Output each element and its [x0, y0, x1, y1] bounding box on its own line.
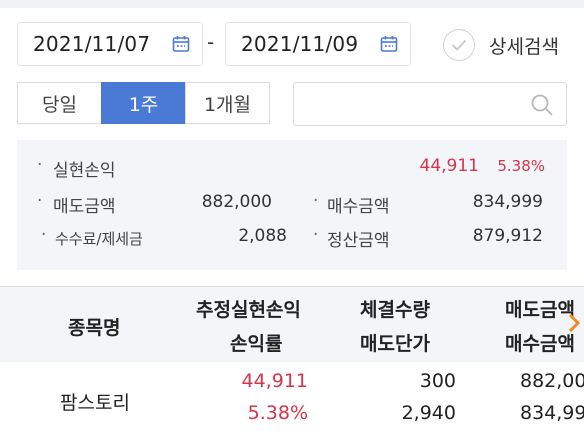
sell-amount-label: 매도금액: [53, 197, 116, 217]
row-exec-qty: 300: [419, 370, 456, 392]
date-to-field[interactable]: 2021/11/09: [225, 22, 411, 66]
check-circle-icon[interactable]: [443, 29, 475, 61]
col-header-buy-amount[interactable]: 매수금액: [505, 329, 575, 356]
detail-search-toggle[interactable]: 상세검색: [443, 28, 559, 62]
summary-panel: · 실현손익 44,911 5.38% · 매도금액 882,000 · 매수금…: [17, 140, 567, 270]
col-header-est-pl[interactable]: 추정실현손익: [196, 295, 301, 322]
realized-pl-value: 44,911: [419, 156, 479, 176]
col-header-sell-price[interactable]: 매도단가: [360, 329, 430, 356]
settlement-value: 879,912: [472, 226, 543, 246]
date-from-value: 2021/11/07: [33, 32, 151, 56]
calendar-icon[interactable]: [172, 35, 190, 53]
chevron-right-icon[interactable]: [566, 312, 582, 334]
summary-row-amounts: · 매도금액 882,000 · 매수금액 834,999: [37, 191, 543, 217]
summary-row-fees: · 수수료/제세금 2,088 · 정산금액 879,912: [41, 225, 543, 251]
realized-pl-rate: 5.38%: [497, 157, 545, 175]
buy-amount-value: 834,999: [472, 192, 543, 212]
table-header: 종목명 추정실현손익 손익률 체결수량 매도단가 매도금액 매수금액: [0, 287, 584, 362]
row-sell-price: 2,940: [401, 402, 456, 424]
table-row[interactable]: 팜스토리 44,911 5.38% 300 2,940 882,00 834,9…: [0, 362, 584, 435]
sell-amount-value: 882,000: [201, 192, 272, 212]
date-from-field[interactable]: 2021/11/07: [17, 22, 203, 66]
search-input[interactable]: [293, 82, 567, 126]
date-range-separator: -: [207, 30, 215, 54]
fees-label: 수수료/제세금: [55, 230, 143, 248]
calendar-icon[interactable]: [380, 35, 398, 53]
row-buy-amount: 834,99: [520, 402, 584, 424]
tab-1month[interactable]: 1개월: [185, 82, 270, 124]
date-to-value: 2021/11/09: [241, 32, 359, 56]
col-header-pl-rate[interactable]: 손익률: [230, 329, 282, 356]
row-stock-name[interactable]: 팜스토리: [60, 388, 130, 415]
row-pl-rate: 5.38%: [247, 402, 308, 424]
col-header-sell-amount[interactable]: 매도금액: [505, 295, 575, 322]
col-header-exec-qty[interactable]: 체결수량: [360, 295, 430, 322]
summary-row-realized: · 실현손익 44,911 5.38%: [37, 155, 545, 181]
top-divider-strip: [0, 0, 584, 8]
fees-value: 2,088: [238, 226, 287, 246]
search-icon[interactable]: [530, 93, 554, 117]
row-sell-amount: 882,00: [520, 370, 584, 392]
period-tabs: 당일 1주 1개월: [17, 82, 270, 124]
col-header-name[interactable]: 종목명: [68, 313, 120, 340]
buy-amount-label: 매수금액: [327, 197, 390, 217]
settlement-label: 정산금액: [327, 231, 390, 251]
row-est-pl: 44,911: [241, 370, 308, 392]
tab-today[interactable]: 당일: [17, 82, 102, 124]
realized-pl-label: 실현손익: [53, 161, 116, 181]
tab-1week[interactable]: 1주: [101, 82, 186, 124]
detail-search-label: 상세검색: [489, 35, 559, 58]
